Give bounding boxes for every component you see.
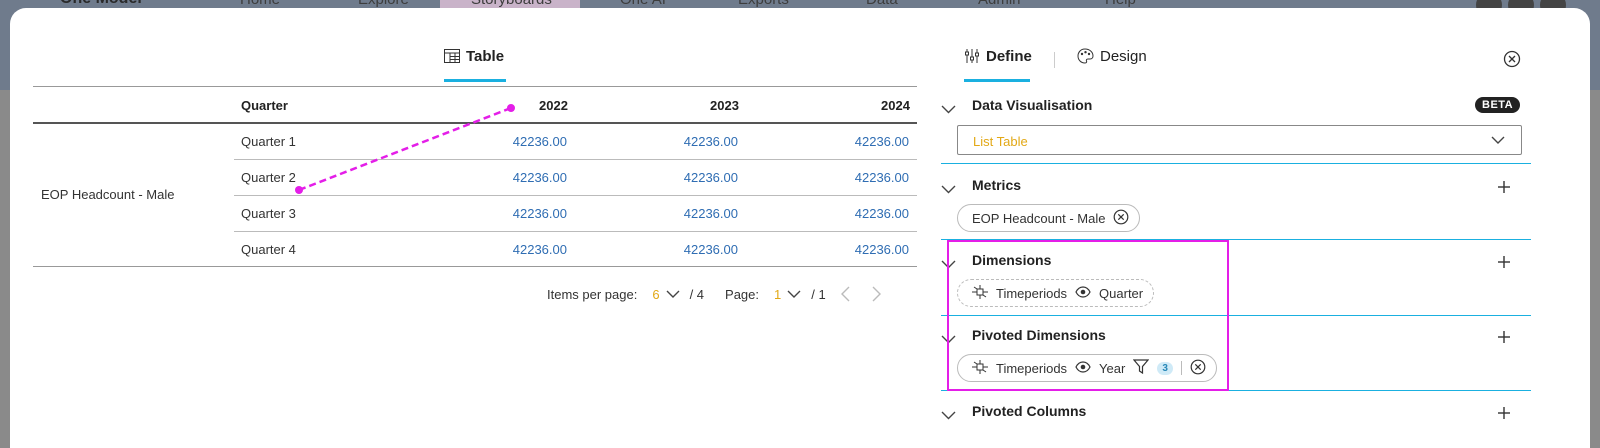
chevron-down-icon[interactable] — [941, 101, 956, 119]
cell-value[interactable]: 42236.00 — [648, 206, 738, 221]
chevron-down-icon[interactable] — [787, 290, 801, 298]
palette-icon — [1077, 48, 1094, 69]
cell-value[interactable]: 42236.00 — [477, 206, 567, 221]
hierarchy-icon — [972, 359, 988, 377]
tab-define[interactable]: Define — [964, 40, 1032, 82]
select-value: List Table — [973, 134, 1028, 149]
nav-exports: Exports — [738, 0, 789, 8]
chevron-down-icon[interactable] — [941, 181, 956, 199]
section-title: Data Visualisation — [972, 97, 1093, 113]
visualisation-type-select[interactable]: List Table — [957, 125, 1522, 155]
row-quarter: Quarter 3 — [241, 206, 296, 221]
dimension-group-label: Timeperiods — [996, 285, 1068, 301]
eye-icon[interactable] — [1075, 285, 1091, 301]
row-quarter: Quarter 4 — [241, 242, 296, 257]
cell-value[interactable]: 42236.00 — [477, 134, 567, 149]
add-pivoted-dimension-button[interactable] — [1497, 330, 1511, 349]
chevron-down-icon[interactable] — [666, 290, 680, 298]
metric-pill-label: EOP Headcount - Male — [972, 210, 1106, 226]
section-title: Pivoted Columns — [972, 403, 1087, 419]
next-page-icon[interactable] — [872, 286, 882, 302]
section-title: Dimensions — [972, 252, 1052, 268]
table-icon — [444, 49, 460, 68]
close-modal-button[interactable] — [1503, 50, 1521, 73]
nav-home: Home — [240, 0, 280, 8]
chevron-down-icon[interactable] — [941, 407, 956, 425]
cell-value[interactable]: 42236.00 — [477, 170, 567, 185]
section-divider — [941, 390, 1531, 391]
pivoted-level-label: Year — [1099, 360, 1126, 376]
tab-design-label: Design — [1100, 48, 1147, 65]
pivoted-dimension-pill[interactable]: Timeperiods Year 3 — [957, 354, 1217, 382]
dimension-level-label: Quarter — [1099, 285, 1144, 301]
items-total: / 4 — [689, 286, 705, 302]
prev-page-icon[interactable] — [840, 286, 850, 302]
pagination: Items per page: 6 / 4 Page: 1 / 1 — [547, 286, 882, 302]
header-year-2024: 2024 — [881, 98, 910, 113]
filter-count-badge: 3 — [1157, 361, 1173, 375]
remove-circle-icon[interactable] — [1190, 359, 1206, 378]
table-row: Quarter 2 42236.00 42236.00 42236.00 — [234, 160, 917, 196]
add-pivoted-column-button[interactable] — [1497, 406, 1511, 425]
cell-value[interactable]: 42236.00 — [819, 242, 909, 257]
chevron-down-icon[interactable] — [941, 331, 956, 349]
metric-pill[interactable]: EOP Headcount - Male — [957, 204, 1141, 232]
section-divider — [941, 315, 1531, 316]
metric-row-label: EOP Headcount - Male — [41, 187, 175, 202]
tab-separator — [1054, 52, 1055, 68]
cell-value[interactable]: 42236.00 — [648, 242, 738, 257]
header-year-2022: 2022 — [539, 98, 568, 113]
nav-storyboards: Storyboards — [471, 0, 552, 8]
app-logo: One Model — [60, 0, 142, 8]
items-per-page-value[interactable]: 6 — [652, 287, 659, 302]
hierarchy-icon — [972, 284, 988, 302]
tab-design[interactable]: Design — [1077, 40, 1147, 82]
nav-help: Help — [1105, 0, 1136, 8]
pivoted-group-label: Timeperiods — [996, 360, 1068, 376]
eye-icon[interactable] — [1075, 360, 1091, 376]
cell-value[interactable]: 42236.00 — [819, 206, 909, 221]
tab-table[interactable]: Table — [444, 40, 506, 82]
cell-value[interactable]: 42236.00 — [819, 170, 909, 185]
cell-value[interactable]: 42236.00 — [477, 242, 567, 257]
row-quarter: Quarter 2 — [241, 170, 296, 185]
nav-admin: Admin — [978, 0, 1021, 8]
pill-separator — [1180, 361, 1182, 375]
header-year-2023: 2023 — [710, 98, 739, 113]
filter-icon[interactable] — [1133, 359, 1150, 377]
cell-value[interactable]: 42236.00 — [819, 134, 909, 149]
nav-data: Data — [866, 0, 898, 8]
table-row: Quarter 4 42236.00 42236.00 42236.00 — [234, 232, 917, 268]
tab-define-label: Define — [986, 48, 1032, 65]
nav-explore: Explore — [358, 0, 409, 8]
remove-circle-icon[interactable] — [1113, 209, 1129, 228]
sliders-icon — [964, 48, 980, 69]
add-metric-button[interactable] — [1497, 180, 1511, 199]
section-title: Metrics — [972, 177, 1022, 193]
chevron-down-icon — [1491, 136, 1505, 144]
data-table: Quarter 2022 2023 2024 EOP Headcount - M… — [33, 86, 917, 267]
nav-one-ai: One AI — [620, 0, 666, 8]
section-title: Pivoted Dimensions — [972, 327, 1106, 343]
table-header: Quarter 2022 2023 2024 — [33, 86, 917, 124]
dimension-pill[interactable]: Timeperiods Quarter — [957, 279, 1155, 307]
cell-value[interactable]: 42236.00 — [648, 170, 738, 185]
page-total: / 1 — [811, 286, 826, 302]
items-per-page-label: Items per page: — [547, 286, 638, 302]
add-dimension-button[interactable] — [1497, 255, 1511, 274]
section-divider — [941, 163, 1531, 164]
row-quarter: Quarter 1 — [241, 134, 296, 149]
page-value[interactable]: 1 — [774, 287, 781, 302]
beta-badge: BETA — [1475, 97, 1521, 113]
table-row: Quarter 1 42236.00 42236.00 42236.00 — [234, 124, 917, 160]
cell-value[interactable]: 42236.00 — [648, 134, 738, 149]
section-divider — [941, 239, 1531, 240]
header-quarter: Quarter — [241, 98, 288, 113]
chevron-down-icon[interactable] — [941, 256, 956, 274]
table-bottom-border — [33, 266, 917, 267]
table-row: Quarter 3 42236.00 42236.00 42236.00 — [234, 196, 917, 232]
tab-table-label: Table — [466, 48, 505, 65]
page-label: Page: — [725, 286, 760, 302]
